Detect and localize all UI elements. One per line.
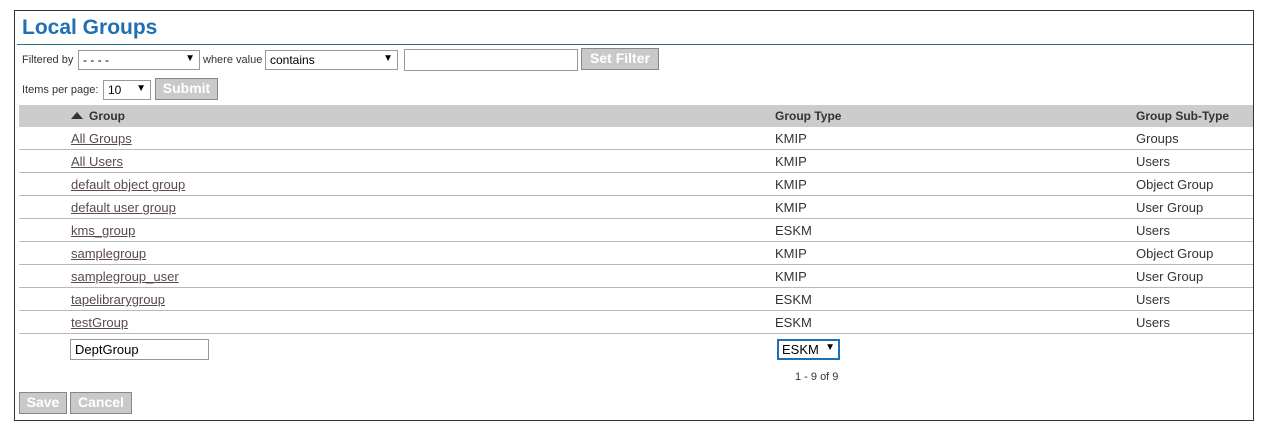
table-row: kms_group ESKM Users — [19, 219, 1253, 242]
group-name-link[interactable]: samplegroup_user — [71, 269, 179, 284]
group-name-link[interactable]: All Users — [71, 154, 123, 169]
group-subtype-cell: Users — [1136, 292, 1170, 307]
where-value-label: where value — [203, 54, 263, 66]
group-name-link[interactable]: testGroup — [71, 315, 128, 330]
group-type-cell: ESKM — [775, 292, 812, 307]
table-row: samplegroup KMIP Object Group — [19, 242, 1253, 265]
group-name-link[interactable]: default user group — [71, 200, 176, 215]
chevron-down-icon: ▼ — [825, 342, 835, 353]
set-filter-button[interactable]: Set Filter — [581, 48, 659, 70]
items-per-page-select[interactable]: 10 ▼ — [103, 80, 151, 100]
sort-ascending-icon — [71, 112, 83, 119]
items-per-page-label: Items per page: — [22, 84, 99, 96]
group-type-cell: KMIP — [775, 269, 807, 284]
group-name-link[interactable]: default object group — [71, 177, 185, 192]
group-name-link[interactable]: tapelibrarygroup — [71, 292, 165, 307]
group-type-cell: KMIP — [775, 131, 807, 146]
filter-field-select[interactable]: - - - - ▼ — [78, 50, 200, 70]
table-header: Group Group Type Group Sub-Type — [19, 105, 1253, 127]
new-group-type-value: ESKM — [782, 342, 819, 357]
group-type-cell: KMIP — [775, 154, 807, 169]
cancel-button[interactable]: Cancel — [70, 392, 132, 414]
group-subtype-cell: User Group — [1136, 269, 1204, 284]
title-divider — [17, 44, 1253, 45]
column-header-group[interactable]: Group — [71, 109, 125, 123]
group-subtype-cell: Users — [1136, 154, 1170, 169]
table-row: samplegroup_user KMIP User Group — [19, 265, 1253, 288]
chevron-down-icon: ▼ — [136, 83, 146, 94]
table-row: default user group KMIP User Group — [19, 196, 1253, 219]
table-row: testGroup ESKM Users — [19, 311, 1253, 334]
group-subtype-cell: Object Group — [1136, 246, 1214, 261]
group-type-cell: ESKM — [775, 315, 812, 330]
table-row: All Groups KMIP Groups — [19, 127, 1253, 150]
filtered-by-label: Filtered by — [22, 54, 74, 66]
filter-value-input[interactable] — [404, 49, 578, 71]
column-header-group-subtype: Group Sub-Type — [1136, 109, 1230, 123]
table-row: default object group KMIP Object Group — [19, 173, 1253, 196]
column-header-group-label: Group — [89, 109, 125, 123]
group-subtype-cell: Users — [1136, 223, 1170, 238]
group-type-cell: KMIP — [775, 246, 807, 261]
group-subtype-cell: Groups — [1136, 131, 1179, 146]
group-name-link[interactable]: kms_group — [71, 223, 135, 238]
local-groups-panel: Local Groups Filtered by - - - - ▼ where… — [14, 10, 1254, 421]
group-subtype-cell: Users — [1136, 315, 1170, 330]
group-type-cell: ESKM — [775, 223, 812, 238]
pagination-summary: 1 - 9 of 9 — [795, 371, 839, 383]
group-type-cell: KMIP — [775, 177, 807, 192]
group-type-cell: KMIP — [775, 200, 807, 215]
filter-operator-select[interactable]: contains ▼ — [265, 50, 398, 70]
table-row: tapelibrarygroup ESKM Users — [19, 288, 1253, 311]
group-subtype-cell: User Group — [1136, 200, 1204, 215]
chevron-down-icon: ▼ — [185, 53, 195, 64]
page-title: Local Groups — [22, 16, 158, 39]
new-group-name-input[interactable] — [70, 339, 209, 360]
submit-button[interactable]: Submit — [155, 78, 218, 100]
items-per-page-value: 10 — [108, 83, 122, 97]
chevron-down-icon: ▼ — [383, 53, 393, 64]
filter-operator-value: contains — [270, 53, 315, 67]
group-name-link[interactable]: All Groups — [71, 131, 132, 146]
group-name-link[interactable]: samplegroup — [71, 246, 146, 261]
group-subtype-cell: Object Group — [1136, 177, 1214, 192]
filter-field-value: - - - - — [83, 53, 109, 67]
new-group-type-select[interactable]: ESKM ▼ — [777, 339, 840, 360]
save-button[interactable]: Save — [19, 392, 67, 414]
column-header-group-type: Group Type — [775, 109, 842, 123]
table-row: All Users KMIP Users — [19, 150, 1253, 173]
